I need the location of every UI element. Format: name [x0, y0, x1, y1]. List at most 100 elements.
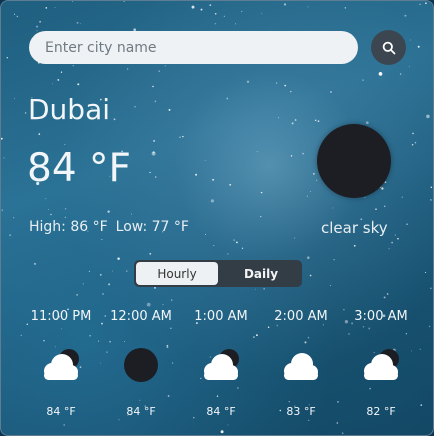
star [235, 23, 236, 25]
high-temperature: High: 86 °F [29, 219, 108, 235]
star [45, 198, 47, 200]
star [291, 122, 294, 125]
star [290, 155, 293, 157]
star [77, 83, 80, 86]
star [316, 179, 318, 181]
star [425, 2, 427, 4]
star [414, 142, 417, 144]
moon-icon [317, 124, 391, 198]
star [263, 288, 265, 290]
star [168, 108, 171, 111]
star [14, 97, 16, 99]
star [12, 216, 15, 219]
star [64, 143, 66, 146]
star [397, 237, 399, 240]
star [342, 432, 344, 434]
star [255, 288, 256, 290]
star [64, 216, 66, 218]
star [39, 20, 41, 23]
star [182, 135, 184, 138]
star [411, 143, 414, 146]
star [52, 83, 53, 85]
star [399, 73, 402, 75]
star [149, 171, 151, 174]
star [164, 65, 166, 67]
star [13, 13, 16, 15]
star [54, 7, 56, 9]
city-name: Dubai [28, 93, 111, 126]
star [406, 223, 408, 226]
star [260, 215, 262, 218]
star [313, 173, 315, 175]
star [227, 424, 229, 426]
star [428, 325, 431, 328]
star [375, 208, 377, 211]
star [430, 199, 432, 201]
star [302, 152, 304, 155]
star [315, 119, 317, 121]
star [210, 199, 215, 203]
star [60, 71, 63, 73]
star [365, 121, 369, 125]
hour-time: 1:00 AM [194, 309, 248, 324]
star [430, 287, 432, 290]
star [388, 248, 390, 250]
star [430, 186, 433, 188]
star [123, 1, 126, 2]
star [72, 65, 74, 67]
star [205, 234, 207, 235]
hour-temp: 84 °F [46, 405, 76, 418]
tab-daily[interactable]: Daily [220, 260, 302, 287]
star [229, 183, 232, 186]
star [191, 5, 195, 9]
hourly-item: 1:00 AM 84 °F [181, 309, 261, 418]
star [307, 256, 310, 259]
star [294, 237, 296, 239]
star [1, 209, 4, 211]
star [236, 241, 238, 244]
star [179, 136, 181, 138]
star [277, 117, 279, 119]
star [213, 244, 215, 247]
star [3, 157, 5, 159]
star [127, 68, 129, 70]
star [146, 302, 151, 307]
tab-hourly[interactable]: Hourly [136, 262, 218, 285]
star [394, 234, 396, 236]
hourly-item: 3:00 AM 82 °F [341, 309, 421, 418]
star [336, 422, 338, 424]
star [401, 196, 403, 198]
hour-time: 2:00 AM [274, 309, 328, 324]
star [284, 84, 287, 87]
star [34, 262, 36, 265]
star [223, 15, 225, 17]
search-button[interactable] [371, 30, 406, 65]
star [102, 293, 104, 295]
star [99, 273, 102, 276]
search-input[interactable] [29, 31, 358, 64]
star [154, 287, 156, 289]
star [214, 23, 217, 25]
star [1, 137, 3, 140]
star [409, 39, 411, 41]
star [426, 114, 430, 119]
star [333, 259, 335, 261]
star [36, 25, 39, 28]
star [71, 1, 73, 2]
hour-temp: 84 °F [206, 405, 236, 418]
star [384, 181, 387, 184]
star [200, 8, 203, 11]
view-toggle: Hourly Daily [134, 260, 302, 287]
star [317, 120, 320, 122]
star [241, 247, 244, 249]
weather-description: clear sky [321, 219, 388, 237]
star [294, 119, 297, 121]
star [118, 419, 120, 421]
star [383, 205, 386, 207]
cloud-moon-icon [358, 345, 404, 385]
star [309, 274, 312, 277]
star [152, 85, 154, 88]
star [381, 187, 384, 190]
star [64, 208, 67, 210]
moon-icon [118, 345, 164, 385]
